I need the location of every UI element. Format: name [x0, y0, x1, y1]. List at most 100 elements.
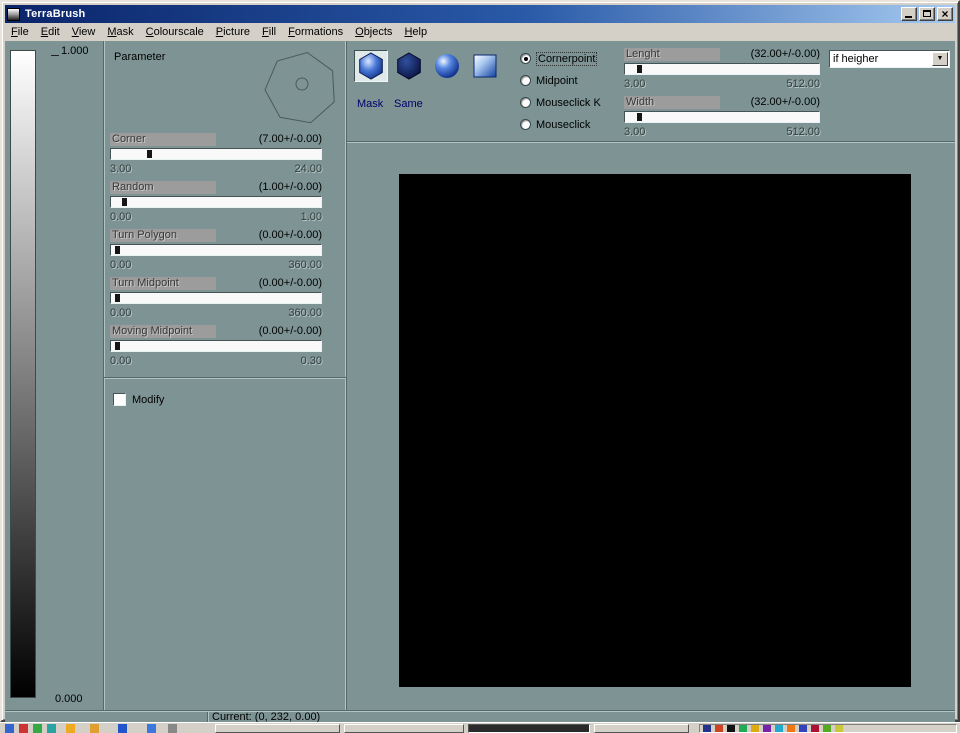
menu-formations[interactable]: Formations [282, 24, 349, 40]
slider-value: (0.00+/-0.00) [259, 277, 322, 290]
terrain-canvas[interactable] [399, 174, 911, 687]
modify-checkbox[interactable] [113, 393, 126, 406]
tray-icon[interactable] [715, 725, 723, 732]
maximize-button[interactable] [919, 7, 935, 21]
taskbar-icon[interactable] [118, 724, 127, 733]
same-link[interactable]: Same [394, 98, 423, 110]
menu-objects[interactable]: Objects [349, 24, 398, 40]
combine-mode-dropdown[interactable]: if heigher ▼ [829, 50, 950, 68]
radio-midpoint[interactable]: Midpoint [520, 74, 578, 87]
turn-polygon-slider-label-box: Turn Polygon [110, 229, 216, 242]
moving-midpoint-slider-label-box: Moving Midpoint [110, 325, 216, 338]
radio-label: Mouseclick K [536, 97, 601, 109]
tray-icon[interactable] [703, 725, 711, 732]
slider-name: Lenght [624, 48, 720, 61]
slider-value: (7.00+/-0.00) [259, 133, 322, 146]
brush-square-button[interactable] [468, 50, 502, 82]
menu-picture[interactable]: Picture [210, 24, 256, 40]
moving-midpoint-slider-track[interactable] [110, 340, 322, 352]
turn-midpoint-slider-handle[interactable] [115, 294, 120, 302]
tray-icon[interactable] [775, 725, 783, 732]
taskbar-icon[interactable] [47, 724, 56, 733]
slider-value: (0.00+/-0.00) [259, 325, 322, 338]
tray-icon[interactable] [823, 725, 831, 732]
corner-slider: Corner (7.00+/-0.00) 3.00 24.00 [110, 133, 322, 177]
turn-midpoint-slider: Turn Midpoint (0.00+/-0.00) 0.00 360.00 [110, 277, 322, 321]
taskbar-button[interactable] [344, 724, 464, 733]
tray-icon[interactable] [799, 725, 807, 732]
menu-colourscale[interactable]: Colourscale [140, 24, 210, 40]
window-title: TerraBrush [25, 8, 85, 20]
tray-icon[interactable] [739, 725, 747, 732]
slider-max: 360.00 [288, 259, 322, 272]
taskbar-button[interactable] [594, 724, 689, 733]
length-slider-handle[interactable] [637, 65, 642, 73]
tray-icon[interactable] [811, 725, 819, 732]
taskbar-button[interactable] [468, 724, 590, 733]
tray-icon[interactable] [763, 725, 771, 732]
slider-min: 3.00 [624, 78, 645, 91]
taskbar[interactable] [0, 722, 960, 733]
radio-cornerpoint[interactable]: Cornerpoint [520, 52, 597, 65]
taskbar-icon[interactable] [33, 724, 42, 733]
length-slider-label-box: Lenght [624, 48, 720, 61]
minimize-button[interactable] [901, 7, 917, 21]
turn-polygon-slider-track[interactable] [110, 244, 322, 256]
radio-icon [520, 53, 531, 64]
taskbar-button[interactable] [215, 724, 340, 733]
slider-name: Corner [110, 133, 216, 146]
menu-help[interactable]: Help [398, 24, 433, 40]
menu-mask[interactable]: Mask [101, 24, 139, 40]
taskbar-icon[interactable] [19, 724, 28, 733]
random-slider: Random (1.00+/-0.00) 0.00 1.00 [110, 181, 322, 225]
radio-label: Mouseclick [536, 119, 590, 131]
turn-midpoint-slider-track[interactable] [110, 292, 322, 304]
mask-link[interactable]: Mask [357, 98, 383, 110]
colourscale-gradient[interactable] [10, 50, 36, 698]
app-icon[interactable] [7, 8, 20, 21]
close-button[interactable]: × [937, 7, 953, 21]
brush-hexagon-button[interactable] [354, 50, 388, 82]
menubar: File Edit View Mask Colourscale Picture … [5, 23, 955, 41]
brush-sphere-button[interactable] [430, 50, 464, 82]
moving-midpoint-slider-handle[interactable] [115, 342, 120, 350]
tray-icon[interactable] [787, 725, 795, 732]
menu-view[interactable]: View [66, 24, 102, 40]
scale-tick-top [51, 55, 59, 56]
modify-label: Modify [132, 394, 164, 406]
taskbar-icon[interactable] [66, 724, 75, 733]
taskbar-icon[interactable] [147, 724, 156, 733]
random-slider-track[interactable] [110, 196, 322, 208]
radio-mouseclick[interactable]: Mouseclick [520, 118, 590, 131]
chevron-down-icon[interactable]: ▼ [932, 52, 948, 66]
menu-file[interactable]: File [5, 24, 35, 40]
length-slider-track[interactable] [624, 63, 820, 75]
titlebar[interactable]: TerraBrush × [5, 5, 955, 23]
tray-icon[interactable] [727, 725, 735, 732]
brush-hexagon-dark-button[interactable] [392, 50, 426, 82]
system-tray[interactable] [699, 724, 957, 733]
square-gradient-icon [471, 52, 499, 80]
tray-icon[interactable] [751, 725, 759, 732]
random-slider-handle[interactable] [122, 198, 127, 206]
radio-mouseclick-k[interactable]: Mouseclick K [520, 96, 601, 109]
width-slider-handle[interactable] [637, 113, 642, 121]
corner-slider-handle[interactable] [147, 150, 152, 158]
corner-slider-track[interactable] [110, 148, 322, 160]
turn-midpoint-slider-label-box: Turn Midpoint [110, 277, 216, 290]
width-slider-track[interactable] [624, 111, 820, 123]
slider-min: 0.00 [110, 355, 131, 368]
turn-polygon-slider: Turn Polygon (0.00+/-0.00) 0.00 360.00 [110, 229, 322, 273]
taskbar-icon[interactable] [90, 724, 99, 733]
menu-fill[interactable]: Fill [256, 24, 282, 40]
menu-edit[interactable]: Edit [35, 24, 66, 40]
tray-icon[interactable] [835, 725, 843, 732]
slider-max: 1.00 [301, 211, 322, 224]
parameter-panel-title: Parameter [114, 51, 165, 63]
slider-min: 3.00 [110, 163, 131, 176]
taskbar-icon[interactable] [5, 724, 14, 733]
taskbar-icon[interactable] [168, 724, 177, 733]
turn-polygon-slider-handle[interactable] [115, 246, 120, 254]
panel-divider [104, 377, 346, 378]
toolbar-divider [347, 141, 955, 142]
